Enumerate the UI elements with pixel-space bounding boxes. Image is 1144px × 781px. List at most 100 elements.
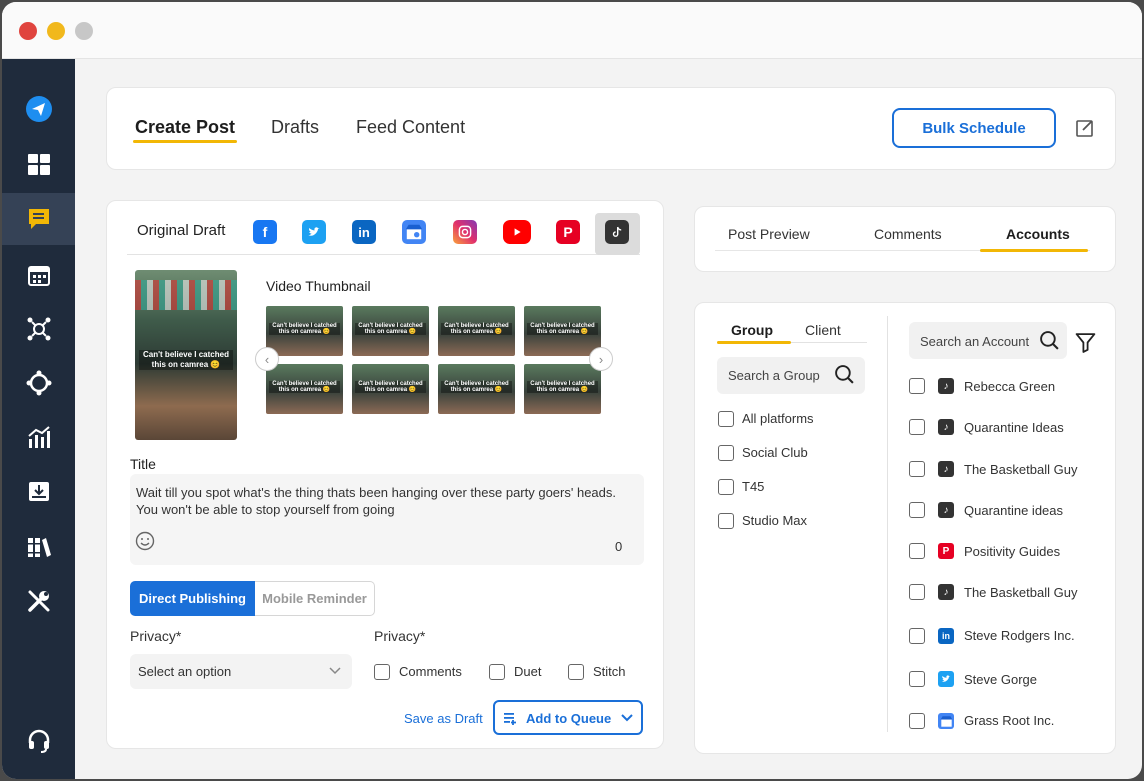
tab-drafts[interactable]: Drafts [271, 117, 319, 138]
group-checkbox[interactable] [718, 513, 734, 529]
chevron-left-icon[interactable]: ‹ [255, 347, 279, 371]
thumbnail-frame[interactable]: Can't believe I catched this on camrea 😊 [524, 306, 601, 356]
account-checkbox[interactable] [909, 543, 925, 559]
thumbnail-frame[interactable]: Can't believe I catched this on camrea 😊 [352, 306, 429, 356]
pinterest-icon: P [938, 543, 954, 559]
sidebar-item-target[interactable] [2, 357, 75, 409]
add-to-queue-button[interactable]: Add to Queue [493, 700, 643, 735]
group-checkbox[interactable] [718, 479, 734, 495]
chevron-down-icon[interactable] [621, 713, 633, 723]
thumbnail-frame[interactable]: Can't believe I catched this on camrea 😊 [352, 364, 429, 414]
account-checkbox[interactable] [909, 378, 925, 394]
support-icon [28, 729, 49, 753]
sidebar-item-library[interactable] [2, 521, 75, 573]
stitch-checkbox-label: Stitch [593, 664, 626, 679]
character-count: 0 [615, 539, 623, 554]
video-thumbnail-label: Video Thumbnail [266, 278, 371, 294]
tab-post-preview[interactable]: Post Preview [728, 226, 810, 242]
account-name: Rebecca Green [964, 379, 1056, 394]
account-checkbox[interactable] [909, 671, 925, 687]
analytics-icon [27, 426, 50, 448]
privacy-select-value: Select an option [138, 664, 232, 679]
duet-checkbox[interactable] [489, 664, 505, 680]
inbox-icon [28, 482, 49, 501]
sidebar [2, 59, 75, 779]
sidebar-item-tools[interactable] [2, 575, 75, 627]
chevron-right-icon[interactable]: › [589, 347, 613, 371]
save-as-draft-link[interactable]: Save as Draft [404, 711, 483, 726]
account-checkbox[interactable] [909, 461, 925, 477]
thumbnail-frame[interactable]: Can't believe I catched this on camrea 😊 [266, 306, 343, 356]
linkedin-icon[interactable]: in [352, 220, 376, 244]
original-draft-label[interactable]: Original Draft [137, 222, 225, 239]
platform-row-divider [127, 254, 640, 255]
search-icon[interactable] [834, 364, 855, 385]
account-name: Positivity Guides [964, 544, 1061, 559]
tab-accounts[interactable]: Accounts [1006, 226, 1070, 242]
comments-checkbox[interactable] [374, 664, 390, 680]
compose-icon [28, 209, 49, 229]
account-checkbox[interactable] [909, 502, 925, 518]
thumbnail-frame[interactable]: Can't believe I catched this on camrea 😊 [438, 364, 515, 414]
group-tab[interactable]: Group [731, 322, 773, 338]
sidebar-item-home[interactable] [2, 83, 75, 135]
title-text: Wait till you spot what's the thing that… [136, 485, 616, 517]
dashboard-icon [27, 154, 50, 175]
sidebar-item-calendar[interactable] [2, 249, 75, 301]
duet-checkbox-label: Duet [514, 664, 542, 679]
group-tab-indicator [717, 341, 791, 344]
accounts-column-divider [887, 316, 888, 732]
minimize-window-button[interactable] [47, 22, 65, 40]
filter-icon[interactable] [1075, 332, 1096, 353]
maximize-window-button[interactable] [75, 22, 93, 40]
pinterest-icon[interactable]: P [556, 220, 580, 244]
queue-list-icon [504, 713, 516, 725]
emoji-icon[interactable] [135, 531, 155, 551]
sidebar-item-analytics[interactable] [2, 411, 75, 463]
sidebar-item-network[interactable] [2, 303, 75, 355]
add-to-queue-label: Add to Queue [526, 711, 612, 726]
close-window-button[interactable] [19, 22, 37, 40]
tab-create-post[interactable]: Create Post [135, 117, 235, 138]
account-checkbox[interactable] [909, 584, 925, 600]
instagram-icon[interactable] [453, 220, 477, 244]
account-checkbox[interactable] [909, 713, 925, 729]
google-business-icon[interactable] [402, 220, 426, 244]
app-window: Create Post Drafts Feed Content Bulk Sch… [2, 2, 1142, 779]
sidebar-item-compose[interactable] [2, 193, 75, 245]
youtube-icon[interactable] [503, 220, 531, 244]
direct-publishing-tab[interactable]: Direct Publishing [130, 581, 255, 616]
thumbnail-frame[interactable]: Can't believe I catched this on camrea 😊 [438, 306, 515, 356]
account-checkbox[interactable] [909, 628, 925, 644]
google-business-icon [938, 713, 954, 729]
tab-feed-content[interactable]: Feed Content [356, 117, 465, 138]
account-name: Steve Gorge [964, 672, 1037, 687]
mobile-reminder-tab[interactable]: Mobile Reminder [255, 581, 375, 616]
title-bar [2, 2, 1142, 59]
thumbnail-frame[interactable]: Can't believe I catched this on camrea 😊 [266, 364, 343, 414]
facebook-icon[interactable]: f [253, 220, 277, 244]
sidebar-item-dashboard[interactable] [2, 139, 75, 191]
group-checkbox[interactable] [718, 411, 734, 427]
group-checkbox[interactable] [718, 445, 734, 461]
group-tab-divider [791, 342, 867, 343]
stitch-checkbox[interactable] [568, 664, 584, 680]
edit-icon[interactable] [1075, 118, 1095, 138]
linkedin-icon: in [938, 628, 954, 644]
chevron-down-icon [329, 667, 341, 675]
client-tab[interactable]: Client [805, 322, 841, 338]
twitter-icon[interactable] [302, 220, 326, 244]
library-icon [27, 538, 51, 557]
privacy-options-label: Privacy* [374, 628, 426, 644]
tab-comments[interactable]: Comments [874, 226, 942, 242]
search-icon[interactable] [1039, 330, 1060, 351]
account-name: The Basketball Guy [964, 462, 1078, 477]
account-name: Grass Root Inc. [964, 713, 1055, 728]
sidebar-item-inbox[interactable] [2, 465, 75, 517]
bulk-schedule-button[interactable]: Bulk Schedule [892, 108, 1056, 148]
account-name: Quarantine Ideas [964, 420, 1064, 435]
thumbnail-frame[interactable]: Can't believe I catched this on camrea 😊 [524, 364, 601, 414]
sidebar-item-support[interactable] [2, 715, 75, 767]
tiktok-icon: ♪ [938, 584, 954, 600]
account-checkbox[interactable] [909, 419, 925, 435]
